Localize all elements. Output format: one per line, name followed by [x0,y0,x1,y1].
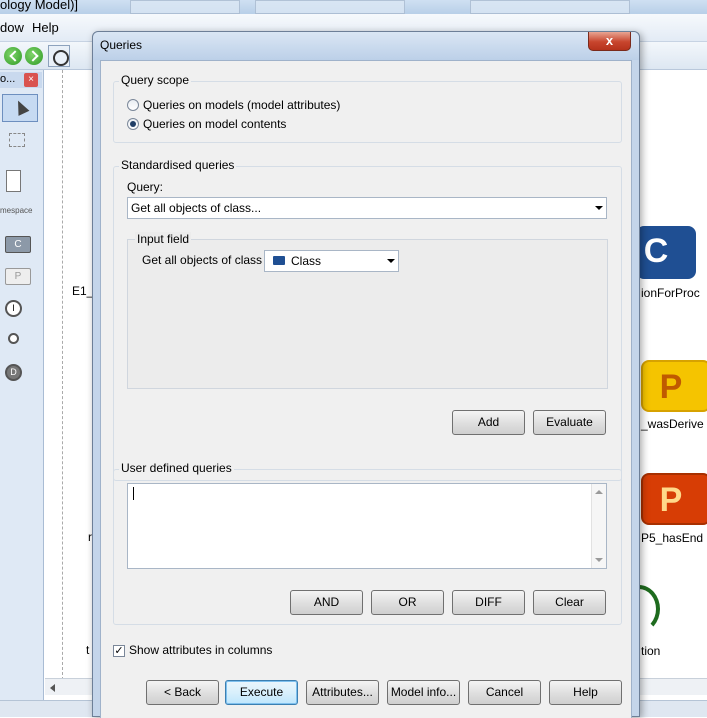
scroll-down-icon[interactable] [595,558,603,562]
class-select[interactable]: Class [264,250,399,272]
canvas-guide-line [62,70,63,680]
canvas-label-p5-has-end: P5_hasEnd [641,531,704,545]
property-node[interactable]: P [641,360,707,412]
radio-label: Queries on model contents [143,117,287,131]
back-arrow-icon[interactable] [4,47,22,65]
user-defined-queries-title: User defined queries [119,461,234,475]
property-tool[interactable]: P [5,268,31,285]
palette-title: o... [0,73,16,85]
dialog-title: Queries [100,38,143,52]
show-attributes-label: Show attributes in columns [129,643,273,657]
help-button[interactable]: Help [549,680,622,705]
canvas-label-e1: E1_ [72,284,94,298]
grid-tool[interactable] [2,126,38,154]
radio-icon[interactable] [127,99,139,111]
property-node[interactable]: P [641,473,707,525]
radio-queries-on-models[interactable]: Queries on models (model attributes) [127,98,340,112]
class-node[interactable]: C [636,226,696,279]
and-button[interactable]: AND [290,590,363,615]
close-icon[interactable]: × [24,73,38,87]
palette-namespace-label: mespace [0,206,33,215]
query-select-value: Get all objects of class... [131,201,262,215]
app-title: ology Model)] [0,0,79,12]
textarea-vertical-scrollbar[interactable] [591,484,606,568]
dialog-body: Query scope Queries on models (model att… [100,60,632,718]
canvas-label-was-derive: _wasDerive [641,417,704,431]
menu-help[interactable]: Help [32,20,59,35]
clear-button[interactable]: Clear [533,590,606,615]
pointer-arrow-icon [12,98,30,116]
class-parameter-label: Get all objects of class [142,253,263,267]
scroll-up-icon[interactable] [595,490,603,494]
background-window-tab[interactable] [130,0,240,14]
class-icon [273,256,285,266]
small-circle-tool[interactable] [8,333,19,344]
individual-tool[interactable]: I [5,300,22,317]
menu-window[interactable]: dow [0,20,24,35]
canvas-label-ion-for-proc: ionForProc [641,286,700,300]
canvas-label-t: t [86,643,90,657]
radio-label: Queries on models (model attributes) [143,98,341,112]
navigator-icon[interactable] [48,45,70,67]
show-attributes-checkbox[interactable]: ✓ [113,645,125,657]
class-tool[interactable]: C [5,236,31,253]
background-window-tab[interactable] [255,0,405,14]
class-select-text: Class [291,254,322,268]
note-icon[interactable] [6,170,21,192]
input-field-title: Input field [135,232,192,246]
cancel-button[interactable]: Cancel [468,680,541,705]
background-window-tab[interactable] [470,0,630,14]
diff-button[interactable]: DIFF [452,590,525,615]
queries-dialog: Queries x Query scope Queries on models … [92,31,640,718]
query-scope-title: Query scope [119,73,192,87]
radio-queries-on-model-contents[interactable]: Queries on model contents [127,117,286,131]
or-button[interactable]: OR [371,590,444,615]
evaluate-button[interactable]: Evaluate [533,410,606,435]
query-scope-group [113,81,622,143]
app-titlebar: ology Model)] [0,0,707,14]
chevron-down-icon [387,259,395,263]
attributes-button[interactable]: Attributes... [306,680,379,705]
chevron-down-icon [595,206,603,210]
grid-icon [9,133,25,147]
palette-header: o... × [0,72,42,88]
canvas-label-tion: tion [641,644,661,658]
class-select-value: Class [273,254,321,268]
radio-icon[interactable] [127,118,139,130]
standardised-queries-title: Standardised queries [119,158,237,172]
datatype-tool[interactable]: D [5,364,22,381]
pointer-tool[interactable] [2,94,38,122]
forward-arrow-icon[interactable] [25,47,43,65]
modelling-palette: o... × mespace C P I D [0,70,44,700]
dialog-titlebar[interactable]: Queries x [93,32,639,60]
back-button[interactable]: < Back [146,680,219,705]
query-label: Query: [127,180,164,194]
text-caret [133,487,134,500]
model-info-button[interactable]: Model info... [387,680,460,705]
add-button[interactable]: Add [452,410,525,435]
close-button[interactable]: x [588,32,631,51]
user-query-textarea[interactable] [127,483,607,569]
execute-button[interactable]: Execute [225,680,298,705]
query-select[interactable]: Get all objects of class... [127,197,607,219]
